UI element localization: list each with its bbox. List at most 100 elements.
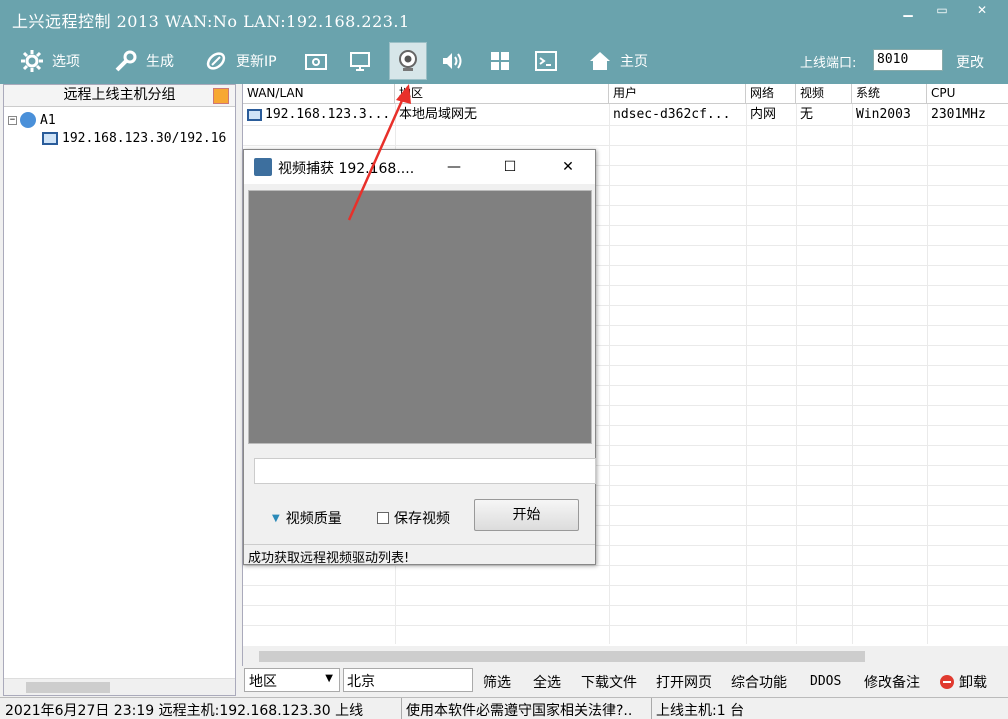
dialog-minimize-button[interactable]: —	[442, 156, 466, 178]
audio-button[interactable]	[438, 42, 472, 80]
computer-icon	[42, 131, 58, 145]
status-host-count: 上线主机:1 台	[656, 703, 745, 719]
save-video-checkbox[interactable]: 保存视频	[377, 508, 450, 528]
update-ip-label: 更新IP	[236, 54, 277, 70]
composite-function-button[interactable]: 综合功能	[731, 672, 787, 692]
wrench-icon	[112, 47, 140, 75]
ddos-button[interactable]: DDOS	[810, 674, 841, 689]
grid-row-line	[243, 605, 1008, 606]
column-header-cpu[interactable]: CPU	[927, 84, 1008, 104]
host-group-title: 远程上线主机分组	[63, 87, 176, 103]
grid-column-line	[796, 104, 797, 644]
dialog-title-bar[interactable]: 视频捕获 192.168.... — ☐ ✕	[244, 150, 595, 184]
change-port-button[interactable]: 更改	[956, 52, 984, 72]
video-quality-label: 视频质量	[285, 511, 342, 527]
dialog-close-button[interactable]: ✕	[556, 156, 580, 178]
home-icon	[586, 47, 614, 75]
dialog-status: 成功获取远程视频驱动列表!	[244, 544, 595, 566]
close-button[interactable]: ✕	[960, 0, 1004, 22]
homepage-label: 主页	[620, 54, 648, 70]
download-file-button[interactable]: 下载文件	[581, 672, 637, 692]
update-ip-button[interactable]: 更新IP	[202, 42, 277, 80]
host-label: 192.168.123.30/192.16	[62, 130, 227, 146]
grid-column-line	[927, 104, 928, 644]
column-header-os[interactable]: 系统	[852, 84, 927, 104]
options-button[interactable]: 选项	[18, 42, 80, 80]
chevron-down-icon: ▼	[325, 673, 333, 684]
open-webpage-button[interactable]: 打开网页	[656, 672, 712, 692]
computer-icon	[247, 109, 262, 121]
webcam-icon	[394, 47, 422, 75]
video-quality-toggle[interactable]: ▼ 视频质量	[272, 508, 342, 528]
screen-button[interactable]	[346, 42, 380, 80]
cell-user: ndsec-d362cf...	[613, 107, 731, 122]
globe-icon	[20, 112, 36, 128]
column-header-wan[interactable]: WAN/LAN	[243, 84, 395, 104]
save-video-label: 保存视频	[394, 511, 450, 527]
cell-wan: 192.168.123.3...	[243, 105, 395, 125]
grid-column-line	[609, 104, 610, 644]
uninstall-button[interactable]: 卸载	[940, 672, 987, 692]
app-icon	[254, 158, 272, 176]
column-header-network[interactable]: 网络	[746, 84, 796, 104]
group-label: A1	[40, 112, 56, 128]
left-horizontal-scrollbar[interactable]	[4, 678, 235, 695]
column-header-region[interactable]: 地区	[395, 84, 609, 104]
uninstall-label: 卸载	[959, 675, 987, 691]
grid-row-line	[243, 125, 1008, 126]
file-manager-button[interactable]	[302, 42, 336, 80]
maximize-button[interactable]: ▭	[926, 0, 958, 22]
cell-os: Win2003	[856, 107, 911, 122]
column-header-user[interactable]: 用户	[609, 84, 746, 104]
toolbar: 选项 生成 更新IP 主页 上线端口: 8010 更改	[0, 38, 1008, 84]
monitor-icon	[346, 47, 374, 75]
region-select[interactable]: 地区 ▼	[244, 668, 340, 692]
table-horizontal-scrollbar[interactable]	[243, 646, 1008, 666]
terminal-icon	[532, 47, 560, 75]
homepage-button[interactable]: 主页	[586, 42, 648, 80]
status-legal-notice: 使用本软件必需遵守国家相关法律?..	[406, 703, 633, 719]
options-label: 选项	[52, 54, 80, 70]
filter-input[interactable]: 北京	[343, 668, 473, 692]
cell-wan-text: 192.168.123.3...	[265, 107, 391, 122]
select-all-button[interactable]: 全选	[533, 672, 561, 692]
tree-group-a1[interactable]: − A1	[8, 111, 56, 129]
generate-button[interactable]: 生成	[112, 42, 174, 80]
generate-label: 生成	[146, 54, 174, 70]
grid-column-line	[746, 104, 747, 644]
port-label: 上线端口:	[800, 56, 857, 71]
grid-row-line	[243, 145, 1008, 146]
edit-note-button[interactable]: 修改备注	[864, 672, 920, 692]
checkbox-box	[377, 512, 389, 524]
cell-region: 本地局域网无	[399, 107, 478, 122]
status-bar: 2021年6月27日 23:19 远程主机:192.168.123.30 上线 …	[0, 697, 1008, 719]
windows-button[interactable]	[486, 42, 520, 80]
chevron-down-icon: ▼	[272, 512, 280, 524]
video-capture-dialog: 视频捕获 192.168.... — ☐ ✕ ▼ 视频质量 保存视频 开始 成功…	[243, 149, 596, 566]
collapse-icon[interactable]: −	[8, 115, 17, 125]
start-button[interactable]: 开始	[474, 499, 579, 531]
cell-network: 内网	[750, 107, 777, 122]
folder-search-icon	[302, 47, 330, 75]
dialog-maximize-button[interactable]: ☐	[498, 156, 522, 178]
tree-host-item[interactable]: 192.168.123.30/192.16	[42, 129, 226, 147]
host-group-panel: 远程上线主机分组 − A1 192.168.123.30/192.16	[3, 84, 236, 696]
title-bar: 上兴远程控制 2013 WAN:No LAN:192.168.223.1 ▁ ▭…	[0, 0, 1008, 38]
port-input[interactable]: 8010	[873, 49, 943, 71]
window-title: 上兴远程控制 2013 WAN:No LAN:192.168.223.1	[12, 12, 410, 31]
cell-cpu: 2301MHz	[931, 107, 986, 122]
grid-row-line	[243, 625, 1008, 626]
device-select[interactable]	[254, 458, 596, 484]
column-header-video[interactable]: 视频	[796, 84, 852, 104]
minimize-button[interactable]: ▁	[892, 0, 924, 22]
webcam-button[interactable]	[389, 42, 427, 80]
group-settings-icon[interactable]	[213, 88, 229, 104]
terminal-button[interactable]	[532, 42, 566, 80]
filter-button[interactable]: 筛选	[483, 672, 511, 692]
grid-row-line	[243, 585, 1008, 586]
dialog-title: 视频捕获 192.168....	[278, 161, 415, 177]
stop-icon	[940, 675, 954, 689]
status-online-message: 2021年6月27日 23:19 远程主机:192.168.123.30 上线	[5, 703, 364, 719]
windows-logo-icon	[486, 47, 514, 75]
filter-bar: 地区 ▼ 北京 筛选 全选 下载文件 打开网页 综合功能 DDOS 修改备注 卸…	[242, 666, 1008, 696]
